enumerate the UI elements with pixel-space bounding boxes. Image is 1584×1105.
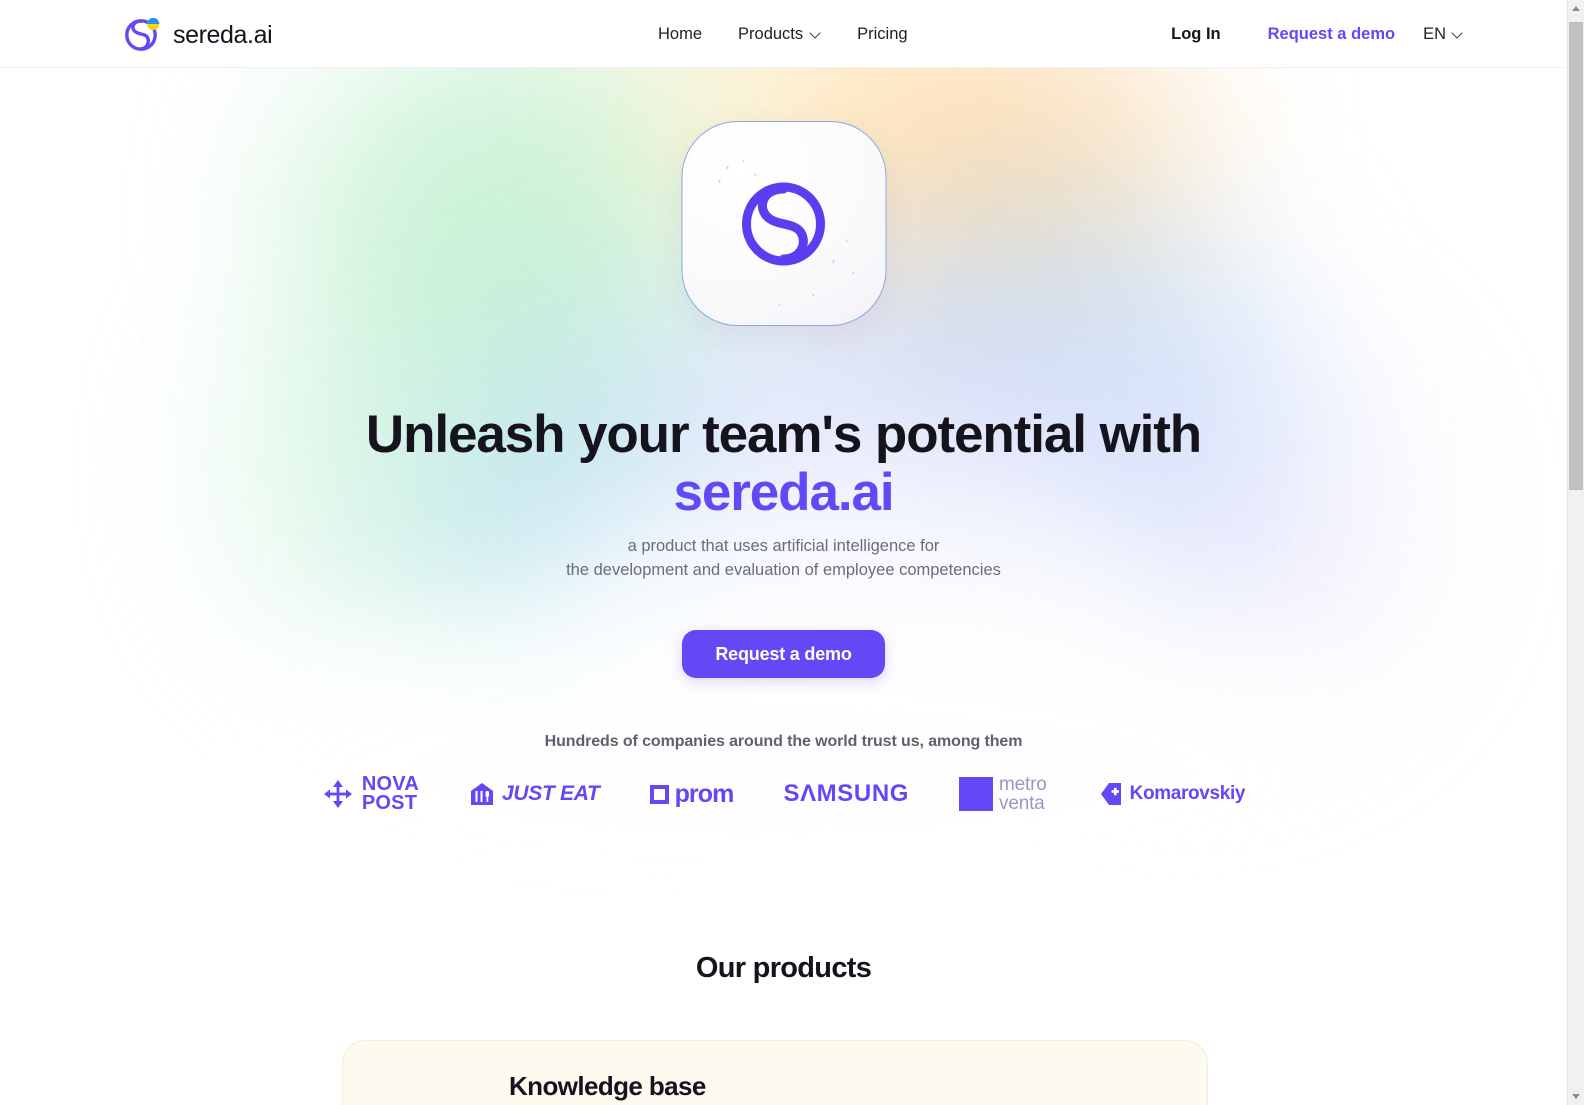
chevron-down-icon	[810, 28, 821, 39]
site-logo[interactable]: sereda.ai	[123, 14, 273, 54]
site-header: sereda.ai Home Products Pricing Log In R…	[0, 0, 1567, 68]
samsung-wordmark: SΛMSUNG	[783, 780, 910, 807]
sparkle-dot	[845, 240, 847, 242]
sparkle-dot	[726, 166, 729, 169]
nav-item-pricing[interactable]: Pricing	[839, 21, 925, 47]
sparkle-dot	[718, 180, 721, 183]
sparkle-dot	[852, 272, 854, 274]
scrollbar-down-button[interactable]	[1568, 1088, 1584, 1105]
client-logos: NOVA POST JUST EAT prom SΛMSUNG metro ve…	[0, 772, 1567, 816]
browser-viewport: sereda.ai Home Products Pricing Log In R…	[0, 0, 1584, 1105]
hero-title: Unleash your team's potential with sered…	[0, 405, 1567, 523]
language-selector[interactable]: EN	[1423, 21, 1463, 47]
metro-venta-line1: metro	[999, 774, 1047, 795]
client-logo-metro-venta: metro venta	[934, 772, 1072, 816]
hero-subtitle-line1: a product that uses artificial intellige…	[627, 537, 940, 555]
chevron-up-icon	[1572, 6, 1580, 11]
sereda-yin-yang-glyph	[742, 182, 825, 265]
sereda-logo-icon	[123, 14, 163, 54]
scrollbar-up-button[interactable]	[1568, 0, 1584, 17]
metro-venta-line2: venta	[999, 793, 1045, 814]
client-logo-samsung: SΛMSUNG	[758, 772, 934, 816]
nova-post-wordmark: NOVA POST	[361, 774, 419, 814]
hero-subtitle-line2: the development and evaluation of employ…	[566, 561, 1001, 579]
nav-item-products[interactable]: Products	[720, 21, 839, 47]
client-logo-prom: prom	[625, 772, 759, 816]
komarovskiy-k-icon	[1098, 783, 1121, 805]
nav-item-home[interactable]: Home	[640, 21, 720, 47]
chevron-down-icon	[1572, 1094, 1580, 1099]
main-navigation: Home Products Pricing	[640, 21, 926, 47]
product-card-knowledge-base[interactable]: Knowledge base	[342, 1040, 1208, 1105]
client-logo-nova-post: NOVA POST	[297, 772, 444, 816]
log-in-link[interactable]: Log In	[1171, 21, 1220, 47]
client-logo-komarovskiy: Komarovskiy	[1072, 772, 1271, 816]
sparkle-dot	[812, 294, 814, 296]
metro-venta-square-icon	[959, 777, 994, 811]
sparkle-dot	[754, 174, 756, 176]
page-content: sereda.ai Home Products Pricing Log In R…	[0, 0, 1567, 1105]
hero-title-accent: sereda.ai	[673, 463, 895, 523]
just-eat-house-icon	[471, 783, 493, 805]
nav-label-home: Home	[658, 25, 703, 43]
hero-title-line1: Unleash your team's potential with	[365, 405, 1202, 464]
nova-post-line2: POST	[361, 792, 418, 814]
hero-app-icon-wrapper	[681, 121, 886, 326]
nav-label-pricing: Pricing	[857, 25, 908, 43]
hero-cta-wrapper: Request a demo	[0, 630, 1567, 678]
request-demo-link[interactable]: Request a demo	[1268, 21, 1395, 47]
hero-subtitle: a product that uses artificial intellige…	[0, 534, 1567, 582]
language-label: EN	[1423, 25, 1446, 43]
sparkle-dot	[832, 260, 835, 263]
request-demo-button[interactable]: Request a demo	[682, 630, 885, 678]
header-actions: Log In Request a demo EN	[1171, 21, 1463, 47]
nav-label-products: Products	[738, 25, 804, 43]
sereda-app-icon	[681, 121, 886, 326]
sparkle-dot	[778, 304, 780, 306]
page-scrollbar[interactable]	[1567, 0, 1584, 1105]
scrollbar-thumb[interactable]	[1569, 22, 1583, 490]
metro-venta-wordmark: metro venta	[999, 775, 1047, 813]
product-card-title: Knowledge base	[509, 1071, 706, 1101]
nova-post-arrows-icon	[323, 780, 352, 808]
our-products-title: Our products	[695, 952, 872, 984]
just-eat-wordmark: JUST EAT	[502, 782, 600, 805]
chevron-down-icon	[1452, 28, 1463, 39]
client-logo-just-eat: JUST EAT	[444, 772, 625, 816]
brand-name: sereda.ai	[173, 20, 273, 49]
komarovskiy-wordmark: Komarovskiy	[1129, 783, 1246, 804]
trust-headline: Hundreds of companies around the world t…	[544, 733, 1023, 750]
sparkle-dot	[742, 160, 744, 162]
prom-square-icon	[649, 784, 669, 804]
prom-wordmark: prom	[674, 779, 735, 808]
